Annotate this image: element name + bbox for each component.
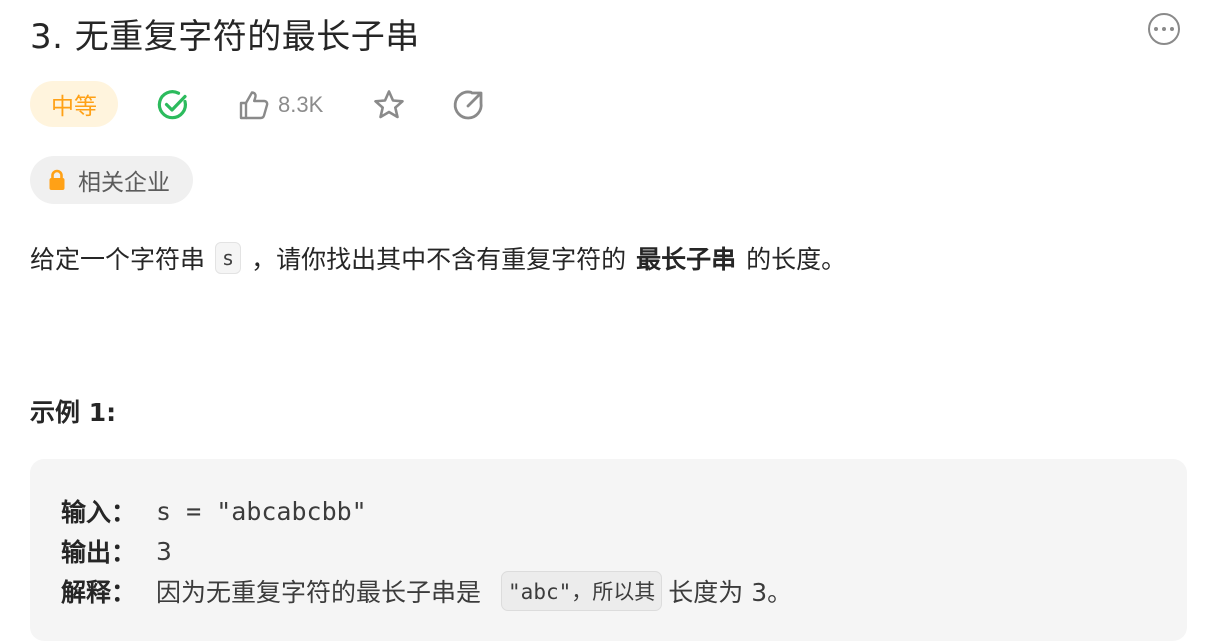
output-label: 输出： — [61, 538, 137, 567]
like-button[interactable]: 8.3K — [238, 87, 323, 123]
like-count: 8.3K — [278, 92, 324, 117]
thumbs-up-icon — [239, 91, 269, 120]
description-prefix: 给定一个字符串 — [30, 245, 206, 274]
example-title: 示例 1: — [30, 398, 117, 427]
share-button[interactable] — [452, 88, 486, 122]
input-value: s = "abcabcbb" — [156, 496, 367, 526]
description-emphasis: 最长子串 — [636, 245, 737, 274]
example-box: 输入： s = "abcabcbb" 输出： 3 解释： 因为无重复字符的最长子… — [30, 459, 1187, 641]
check-circle-icon — [157, 90, 187, 120]
share-icon — [453, 90, 483, 120]
explanation-label: 解释： — [61, 578, 137, 607]
related-companies-tag[interactable]: 相关企业 — [30, 156, 193, 204]
example-output-line: 输出： 3 — [61, 533, 172, 569]
problem-title: 3. 无重复字符的最长子串 — [30, 17, 420, 57]
description-middle: ，请你找出其中不含有重复字符的 — [251, 245, 627, 274]
explanation-code: "abc"，所以其 — [501, 571, 663, 611]
related-companies-label: 相关企业 — [78, 170, 170, 196]
description-var: s — [215, 242, 242, 274]
explanation-suffix: 长度为 3。 — [668, 578, 793, 607]
description-suffix: 的长度。 — [746, 245, 847, 274]
more-horizontal-icon — [1154, 27, 1158, 31]
output-value: 3 — [156, 536, 172, 566]
solved-status-button[interactable] — [156, 88, 190, 122]
example-explanation-line: 解释： 因为无重复字符的最长子串是 "abc"，所以其 长度为 3。 — [61, 571, 792, 611]
more-options-button[interactable] — [1148, 13, 1180, 45]
problem-description: 给定一个字符串 s ，请你找出其中不含有重复字符的 最长子串 的长度。 — [30, 240, 846, 276]
example-input-line: 输入： s = "abcabcbb" — [61, 493, 367, 529]
star-icon — [374, 90, 404, 119]
difficulty-badge[interactable]: 中等 — [30, 81, 118, 127]
favorite-button[interactable] — [372, 88, 406, 122]
input-label: 输入： — [61, 498, 137, 527]
lock-icon — [49, 169, 65, 190]
explanation-text: 因为无重复字符的最长子串是 — [156, 578, 482, 607]
